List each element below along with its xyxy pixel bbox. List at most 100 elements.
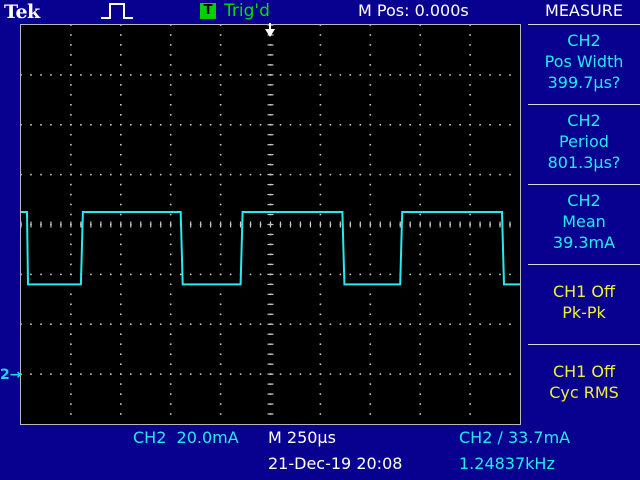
graticule-dot <box>339 323 342 325</box>
graticule-dot <box>319 283 322 286</box>
graticule-dot <box>339 74 342 76</box>
graticule-dot <box>429 124 431 126</box>
measure-title: MEASURE <box>545 1 623 20</box>
graticule-dot <box>319 263 322 266</box>
graticule-tick <box>190 221 192 228</box>
graticule-tick <box>267 413 274 415</box>
graticule-dot <box>469 54 471 56</box>
graticule-dot <box>120 313 122 316</box>
graticule-dot <box>140 273 142 276</box>
graticule-tick <box>267 203 274 206</box>
graticule-dot <box>429 74 431 76</box>
graticule-dot <box>469 383 471 385</box>
graticule-dot <box>419 104 421 106</box>
graticule-dot <box>70 273 72 276</box>
graticule-dot <box>419 94 421 96</box>
graticule-dot <box>169 253 172 256</box>
graticule-dot <box>70 54 72 56</box>
graticule-dot <box>509 124 511 126</box>
graticule-dot <box>120 193 122 196</box>
graticule-dot <box>349 173 352 176</box>
graticule-dot <box>140 373 142 375</box>
graticule-dot <box>120 343 122 345</box>
graticule-tick <box>259 221 262 228</box>
graticule-dot <box>120 353 122 355</box>
graticule-dot <box>319 114 322 116</box>
graticule-dot <box>120 163 122 166</box>
graticule-dot <box>120 373 122 375</box>
graticule-dot <box>319 104 322 106</box>
graticule-tick <box>267 114 274 116</box>
measure-slot-5[interactable]: CH1 Off Cyc RMS <box>528 344 640 432</box>
graticule-dot <box>369 233 372 236</box>
graticule-dot <box>159 373 162 375</box>
graticule-dot <box>369 203 372 206</box>
graticule-tick <box>90 221 92 228</box>
graticule-dot <box>319 124 322 126</box>
graticule-dot <box>249 74 252 76</box>
graticule-tick <box>339 221 341 228</box>
graticule-dot <box>369 183 372 186</box>
graticule-dot <box>509 323 511 325</box>
graticule-dot <box>120 124 122 126</box>
graticule-dot <box>219 403 222 405</box>
graticule-dot <box>21 173 22 176</box>
graticule-dot <box>219 333 222 335</box>
timebase: M 250µs <box>268 428 336 447</box>
graticule-dot <box>369 353 372 355</box>
graticule-dot <box>319 153 322 156</box>
graticule-tick <box>130 221 132 228</box>
measure-slot-2[interactable]: CH2 Period 801.3µs? <box>528 104 640 184</box>
graticule-dot <box>479 74 481 76</box>
graticule-dot <box>40 273 42 276</box>
graticule-dot <box>419 163 421 166</box>
graticule-dot <box>419 273 421 276</box>
waveform-display <box>20 24 521 425</box>
graticule-tick <box>389 221 391 228</box>
measure-slot-1[interactable]: CH2 Pos Width 399.7µs? <box>528 24 640 104</box>
measure-panel: MEASURE CH2 Pos Width 399.7µs? CH2 Perio… <box>528 0 640 432</box>
measure-slot-3[interactable]: CH2 Mean 39.3mA <box>528 184 640 264</box>
graticule-dot <box>40 124 42 126</box>
graticule-dot <box>369 34 372 36</box>
graticule-dot <box>100 74 102 76</box>
graticule-tick <box>267 94 274 96</box>
measure-source: CH1 Off <box>552 282 616 301</box>
graticule-dot <box>419 54 421 56</box>
graticule-dot <box>439 273 441 276</box>
graticule-dot <box>469 153 471 156</box>
graticule-tick <box>110 221 112 228</box>
graticule-dot <box>169 163 172 166</box>
graticule-dot <box>219 94 222 96</box>
graticule-dot <box>419 84 421 86</box>
graticule-tick <box>267 164 274 166</box>
graticule-dot <box>219 114 222 116</box>
graticule-tick <box>267 174 274 176</box>
graticule-dot <box>279 74 282 76</box>
graticule-dot <box>120 183 122 186</box>
graticule-dot <box>50 124 52 126</box>
graticule-dot <box>429 373 431 375</box>
graticule-dot <box>469 114 471 116</box>
graticule-dot <box>439 173 441 176</box>
graticule-tick <box>267 233 274 236</box>
graticule-dot <box>319 183 322 186</box>
graticule-dot <box>419 233 421 236</box>
graticule-tick <box>60 221 62 228</box>
waveform-graticule <box>21 25 520 415</box>
graticule-dot <box>249 124 252 126</box>
graticule-tick <box>267 363 274 365</box>
graticule-dot <box>159 323 162 325</box>
graticule-tick <box>267 193 274 196</box>
graticule-dot <box>469 333 471 335</box>
graticule-dot <box>289 74 292 76</box>
graticule-dot <box>219 183 222 186</box>
graticule-tick <box>267 383 274 385</box>
graticule-tick <box>269 221 272 228</box>
graticule-dot <box>21 124 22 126</box>
graticule-dot <box>219 233 222 236</box>
graticule-dot <box>70 263 72 266</box>
graticule-dot <box>189 373 192 375</box>
graticule-dot <box>249 373 252 375</box>
measure-slot-4[interactable]: CH1 Off Pk-Pk <box>528 264 640 344</box>
